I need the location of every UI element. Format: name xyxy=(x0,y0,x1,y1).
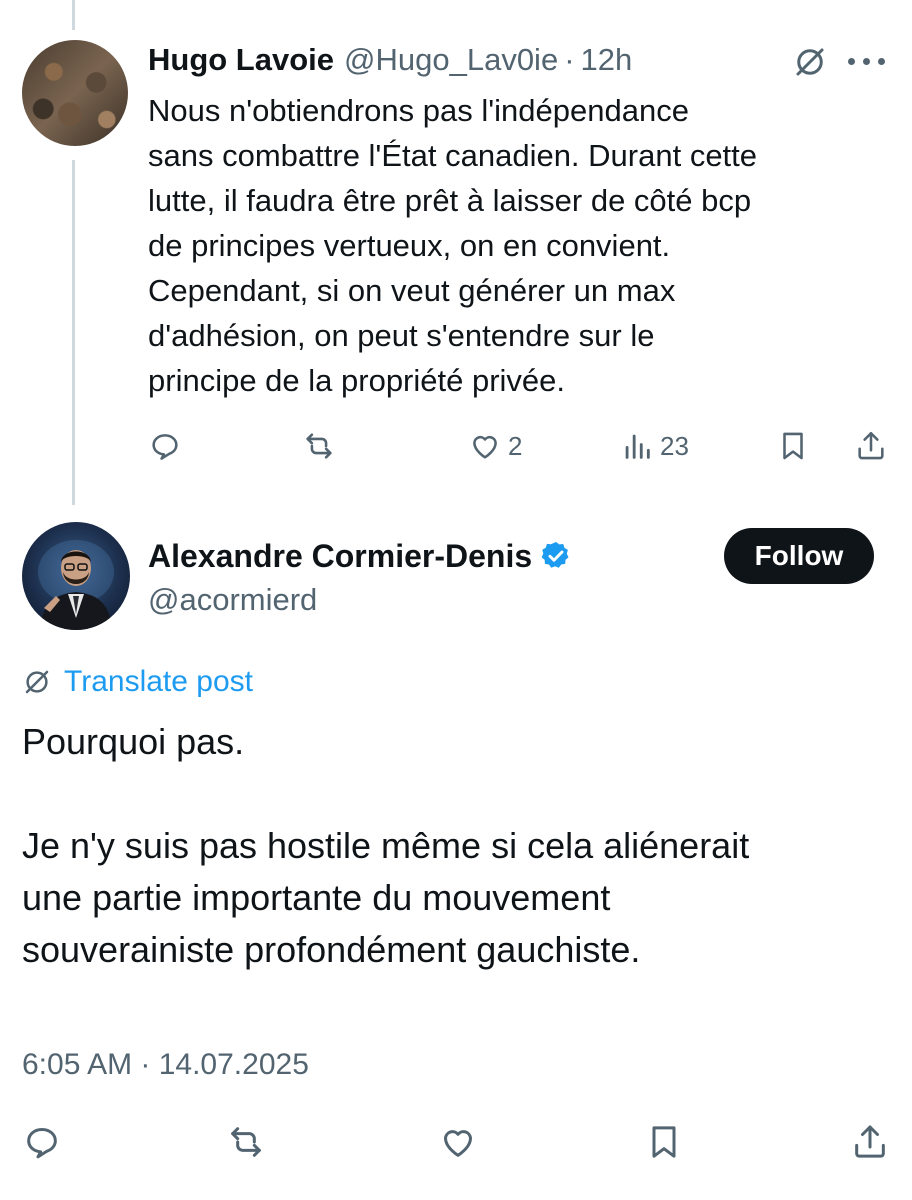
post-timestamp[interactable]: 6:05 AM · 14.07.2025 xyxy=(22,1048,309,1082)
post-text-line: Pourquoi pas. xyxy=(22,721,245,762)
parent-author-name[interactable]: Hugo Lavoie xyxy=(148,42,334,78)
parent-post-actions: 2 23 xyxy=(148,424,894,468)
post-text-line: d'adhésion, on peut s'entendre sur le xyxy=(148,318,655,353)
main-author-handle[interactable]: @acormierd xyxy=(148,582,317,618)
translate-post-link[interactable]: Translate post xyxy=(22,662,253,702)
post-thread-view: Hugo Lavoie @Hugo_Lav0ie · 12h Nous n'ob… xyxy=(0,0,912,1200)
bookmark-button[interactable] xyxy=(776,424,810,468)
parent-post-text: Nous n'obtiendrons pas l'indépendance sa… xyxy=(148,88,888,403)
bookmark-icon xyxy=(783,432,803,460)
translate-post-label: Translate post xyxy=(64,665,253,698)
views-count: 23 xyxy=(660,430,689,461)
main-author-name[interactable]: Alexandre Cormier-Denis xyxy=(148,538,532,575)
post-text-line: principe de la propriété privée. xyxy=(148,363,566,398)
post-text-line: lutte, il faudra être prêt à laisser de … xyxy=(148,183,752,218)
like-count: 2 xyxy=(508,430,523,461)
reply-button[interactable] xyxy=(22,1120,62,1164)
post-text-line: Nous n'obtiendrons pas l'indépendance xyxy=(148,93,689,128)
post-text-line: Cependant, si on veut générer un max xyxy=(148,273,676,308)
main-post-actions xyxy=(22,1120,894,1168)
share-button[interactable] xyxy=(850,1120,890,1164)
like-icon xyxy=(473,435,497,459)
main-post-text: Pourquoi pas. Je n'y suis pas hostile mê… xyxy=(22,716,892,976)
grok-icon[interactable] xyxy=(792,44,828,80)
post-text-line: une partie importante du mouvement xyxy=(22,877,611,918)
parent-post-time[interactable]: 12h xyxy=(581,42,633,78)
share-icon xyxy=(858,431,884,460)
repost-button[interactable] xyxy=(226,1120,266,1164)
repost-icon xyxy=(231,1127,261,1157)
profile-photo xyxy=(38,540,114,630)
post-text-line: sans combattre l'État canadien. Durant c… xyxy=(148,138,758,173)
views-icon xyxy=(625,434,650,459)
more-options-icon[interactable] xyxy=(848,56,892,66)
like-button[interactable]: 2 xyxy=(468,424,522,468)
bookmark-icon xyxy=(652,1126,676,1158)
post-text-line: de principes vertueux, on en convient. xyxy=(148,228,671,263)
share-icon xyxy=(855,1125,885,1158)
post-text-line: Je n'y suis pas hostile même si cela ali… xyxy=(22,825,750,866)
bookmark-button[interactable] xyxy=(644,1120,684,1164)
repost-icon xyxy=(306,433,332,459)
avatar-alexandre-cormier-denis[interactable] xyxy=(22,522,130,630)
header-separator: · xyxy=(564,42,575,77)
reply-icon xyxy=(27,1128,57,1159)
share-button[interactable] xyxy=(854,424,888,468)
verified-badge-icon[interactable] xyxy=(540,540,572,572)
views-button[interactable]: 23 xyxy=(620,424,689,468)
parent-post-header: Hugo Lavoie @Hugo_Lav0ie · 12h xyxy=(148,38,632,82)
post-text-line: souverainiste profondément gauchiste. xyxy=(22,929,641,970)
reply-button[interactable] xyxy=(148,424,182,468)
reply-icon xyxy=(152,434,178,460)
like-icon xyxy=(444,1130,472,1157)
grok-icon xyxy=(25,670,49,694)
follow-button[interactable]: Follow xyxy=(724,528,874,584)
thread-connector-top xyxy=(72,0,75,30)
thread-connector xyxy=(72,160,75,505)
post-paragraph: Pourquoi pas. xyxy=(22,716,892,768)
parent-author-handle[interactable]: @Hugo_Lav0ie xyxy=(344,42,558,78)
like-button[interactable] xyxy=(438,1120,478,1164)
repost-button[interactable] xyxy=(302,424,336,468)
post-paragraph: Je n'y suis pas hostile même si cela ali… xyxy=(22,820,892,976)
avatar-hugo-lavoie[interactable] xyxy=(22,40,128,146)
main-author-name-row: Alexandre Cormier-Denis xyxy=(148,534,572,578)
